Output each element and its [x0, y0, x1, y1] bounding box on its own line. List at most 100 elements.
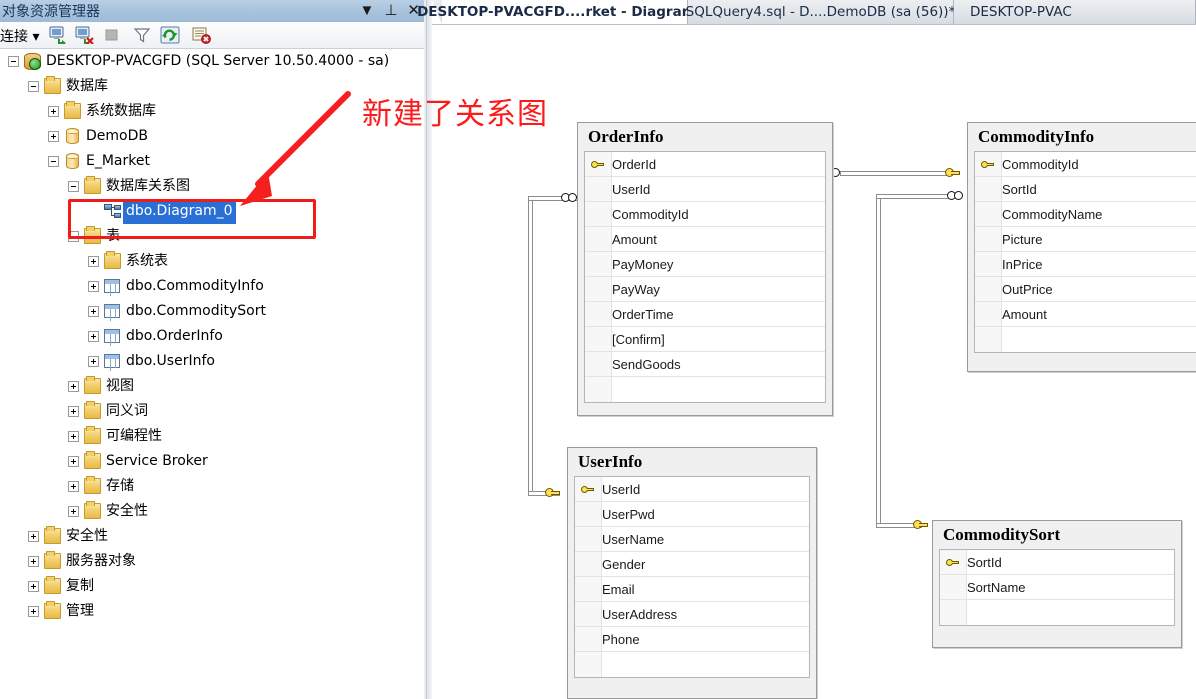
table-column-row[interactable]: UserId — [575, 477, 809, 502]
tree-item-dbo.diagram_0[interactable]: dbo.Diagram_0 — [88, 199, 424, 224]
table-column-row[interactable]: PayWay — [585, 277, 825, 302]
table-column-row[interactable]: InPrice — [975, 252, 1196, 277]
connect-menu-button[interactable]: 连接 ▾ — [0, 26, 39, 46]
table-column-row[interactable]: PayMoney — [585, 252, 825, 277]
expand-icon[interactable] — [88, 281, 99, 292]
expand-icon[interactable] — [88, 331, 99, 342]
tree-item-e_market[interactable]: E_Market — [48, 149, 424, 174]
diagram-table-commoditysort[interactable]: CommoditySort SortId SortName — [932, 520, 1182, 648]
tree-item-service-broker[interactable]: Service Broker — [68, 449, 424, 474]
collapse-icon[interactable] — [28, 81, 39, 92]
tree-item-label: dbo.CommoditySort — [126, 303, 266, 319]
expand-icon[interactable] — [68, 406, 79, 417]
tree-item-dbo.userinfo[interactable]: dbo.UserInfo — [88, 349, 424, 374]
pin-icon[interactable]: ⊥ — [384, 3, 397, 19]
table-column-grid[interactable]: OrderId UserId CommodityId Amount PayMoney Pa… — [584, 151, 826, 403]
diagram-table-userinfo[interactable]: UserInfo UserId UserPwd UserName Gender Email… — [567, 447, 817, 699]
table-column-row[interactable]: UserAddress — [575, 602, 809, 627]
tree-item--[interactable]: 系统表 — [88, 249, 424, 274]
tab-diagram[interactable]: DESKTOP-PVACGFD....rket - Diagram_0 — [417, 0, 712, 24]
expand-icon[interactable] — [88, 256, 99, 267]
column-name: CommodityId — [612, 207, 689, 222]
collapse-icon[interactable] — [8, 56, 19, 67]
expand-icon[interactable] — [48, 106, 59, 117]
table-column-row[interactable]: SortName — [940, 575, 1174, 600]
tree-item-dbo.commoditysort[interactable]: dbo.CommoditySort — [88, 299, 424, 324]
expand-icon[interactable] — [88, 306, 99, 317]
column-name: PayWay — [612, 282, 660, 297]
column-name: UserId — [612, 182, 651, 197]
diagram-table-orderinfo[interactable]: OrderInfo OrderId UserId CommodityId Amount P… — [577, 122, 833, 416]
table-column-grid[interactable]: UserId UserPwd UserName Gender Email UserAddr… — [574, 476, 810, 678]
table-column-row[interactable]: Amount — [585, 227, 825, 252]
table-column-grid[interactable]: CommodityId SortId CommodityName Picture InP… — [974, 151, 1196, 353]
collapse-icon[interactable] — [68, 231, 79, 242]
expand-icon[interactable] — [68, 481, 79, 492]
tree-item--[interactable]: 服务器对象 — [28, 549, 424, 574]
table-column-grid[interactable]: SortId SortName — [939, 549, 1175, 626]
table-column-row[interactable]: OutPrice — [975, 277, 1196, 302]
expand-icon[interactable] — [68, 381, 79, 392]
expand-icon[interactable] — [68, 431, 79, 442]
table-column-row[interactable]: OrderTime — [585, 302, 825, 327]
table-column-row[interactable]: OrderId — [585, 152, 825, 177]
tree-item-desktop-pvacgfd-sql-server-10.50.4000-sa-[interactable]: DESKTOP-PVACGFD (SQL Server 10.50.4000 -… — [8, 49, 424, 74]
expand-icon[interactable] — [68, 506, 79, 517]
table-column-row[interactable]: SendGoods — [585, 352, 825, 377]
filter-icon[interactable] — [132, 26, 152, 44]
dropdown-icon[interactable]: ▼ — [359, 3, 374, 19]
tree-item--[interactable]: 数据库关系图 — [68, 174, 424, 199]
script-icon[interactable] — [190, 26, 211, 44]
collapse-icon[interactable] — [48, 156, 59, 167]
table-empty-row[interactable] — [975, 327, 1196, 352]
expand-icon[interactable] — [48, 131, 59, 142]
tree-item--[interactable]: 安全性 — [68, 499, 424, 524]
connect-object-explorer-icon[interactable] — [48, 26, 68, 46]
tree-item--[interactable]: 复制 — [28, 574, 424, 599]
table-column-row[interactable]: Picture — [975, 227, 1196, 252]
tree-item-dbo.commodityinfo[interactable]: dbo.CommodityInfo — [88, 274, 424, 299]
table-column-row[interactable]: Amount — [975, 302, 1196, 327]
expand-icon[interactable] — [28, 531, 39, 542]
table-column-row[interactable]: CommodityId — [585, 202, 825, 227]
table-column-row[interactable]: Gender — [575, 552, 809, 577]
table-empty-row[interactable] — [585, 377, 825, 402]
table-column-row[interactable]: Phone — [575, 627, 809, 652]
table-column-row[interactable]: UserName — [575, 527, 809, 552]
table-column-row[interactable]: [Confirm] — [585, 327, 825, 352]
tree-item--[interactable]: 管理 — [28, 599, 424, 624]
refresh-icon[interactable] — [160, 26, 180, 44]
tree-item--[interactable]: 表 — [68, 224, 424, 249]
tree-item--[interactable]: 视图 — [68, 374, 424, 399]
table-column-row[interactable]: CommodityId — [975, 152, 1196, 177]
tab-sqlquery4[interactable]: SQLQuery4.sql - D....DemoDB (sa (56))* — [686, 0, 955, 24]
diagram-table-commodityinfo[interactable]: CommodityInfo CommodityId SortId CommodityN… — [967, 122, 1196, 372]
table-column-row[interactable]: UserPwd — [575, 502, 809, 527]
table-column-row[interactable]: Email — [575, 577, 809, 602]
collapse-icon[interactable] — [68, 181, 79, 192]
table-column-row[interactable]: SortId — [975, 177, 1196, 202]
table-empty-row[interactable] — [940, 600, 1174, 625]
tree-item-dbo.orderinfo[interactable]: dbo.OrderInfo — [88, 324, 424, 349]
disconnect-object-explorer-icon[interactable] — [74, 26, 94, 45]
column-name: Gender — [602, 557, 646, 572]
tree-item--[interactable]: 可编程性 — [68, 424, 424, 449]
expand-icon[interactable] — [28, 606, 39, 617]
table-column-row[interactable]: UserId — [585, 177, 825, 202]
object-explorer-tree[interactable]: DESKTOP-PVACGFD (SQL Server 10.50.4000 -… — [0, 49, 424, 699]
tab-desktop-pvac[interactable]: DESKTOP-PVAC — [954, 0, 1196, 24]
expand-icon[interactable] — [28, 581, 39, 592]
expand-icon[interactable] — [28, 556, 39, 567]
folder-icon — [64, 101, 81, 119]
folder-icon — [44, 576, 61, 594]
tree-item--[interactable]: 安全性 — [28, 524, 424, 549]
table-empty-row[interactable] — [575, 652, 809, 677]
table-column-row[interactable]: CommodityName — [975, 202, 1196, 227]
table-column-row[interactable]: SortId — [940, 550, 1174, 575]
document-tabstrip: DESKTOP-PVACGFD....rket - Diagram_0 SQLQ… — [417, 0, 1196, 25]
tree-item--[interactable]: 存储 — [68, 474, 424, 499]
tree-item--[interactable]: 同义词 — [68, 399, 424, 424]
expand-icon[interactable] — [88, 356, 99, 367]
tree-item-label: 复制 — [66, 578, 94, 594]
expand-icon[interactable] — [68, 456, 79, 467]
